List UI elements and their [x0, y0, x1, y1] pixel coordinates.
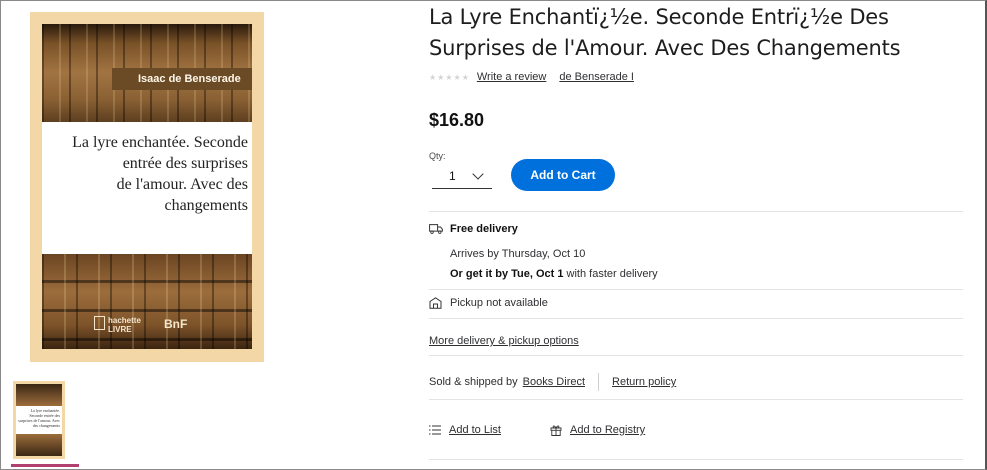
cover-title-panel: La lyre enchantée. Seconde entrée des su… [42, 122, 252, 256]
actions-row: Add to List Add to Registry [429, 424, 645, 436]
cover-author: Isaac de Benserade [112, 68, 252, 90]
free-delivery-row: Free delivery [429, 223, 518, 235]
chevron-down-icon [472, 167, 484, 180]
faster-delivery-date: Or get it by Tue, Oct 1 [450, 268, 564, 280]
image-thumbnail[interactable]: La lyre enchantée. Seconde entrée des su… [13, 381, 65, 459]
cover-bookshelf-bottom [42, 254, 252, 349]
return-policy-link[interactable]: Return policy [612, 376, 676, 388]
gift-icon [550, 425, 562, 436]
truck-icon [429, 224, 443, 234]
vertical-divider [598, 373, 600, 391]
store-icon [429, 297, 442, 309]
quantity-select[interactable]: 1 [432, 163, 492, 189]
free-delivery-heading: Free delivery [450, 223, 518, 235]
cover-art: Isaac de Benserade La lyre enchantée. Se… [42, 24, 252, 349]
product-main-image[interactable]: Isaac de Benserade La lyre enchantée. Se… [30, 12, 264, 362]
author-link[interactable]: de Benserade I [559, 71, 634, 83]
thumbnail-bottom [16, 434, 62, 456]
seller-link[interactable]: Books Direct [523, 376, 585, 388]
sold-by-label: Sold & shipped by [429, 376, 518, 388]
pickup-row: Pickup not available [429, 297, 548, 309]
divider [429, 318, 963, 319]
thumbnail-top [16, 384, 62, 406]
thumbnail-selected-indicator [11, 464, 79, 467]
divider [429, 211, 963, 212]
qty-label: Qty: [429, 151, 446, 161]
divider [429, 355, 963, 356]
pickup-status: Pickup not available [450, 297, 548, 309]
rating-row: ★★★★★ Write a review de Benserade I [429, 71, 634, 83]
add-to-list-link[interactable]: Add to List [449, 424, 501, 436]
faster-delivery-text: Or get it by Tue, Oct 1 with faster deli… [450, 268, 658, 280]
cover-publisher: hachette LIVRE [108, 316, 141, 334]
thumbnail-title: La lyre enchantée. Seconde entrée des su… [16, 406, 62, 434]
divider [429, 459, 963, 460]
cover-title: La lyre enchantée. Seconde entrée des su… [72, 134, 248, 214]
divider [429, 399, 963, 400]
seller-row: Sold & shipped by Books Direct Return po… [429, 373, 676, 391]
write-review-link[interactable]: Write a review [477, 71, 546, 83]
qty-value: 1 [449, 168, 456, 183]
product-price: $16.80 [429, 110, 485, 130]
divider [429, 289, 963, 290]
thumbnail-art: La lyre enchantée. Seconde entrée des su… [16, 384, 62, 456]
list-icon [429, 425, 441, 435]
hachette-logo-icon [94, 316, 105, 330]
add-to-cart-button[interactable]: Add to Cart [511, 159, 615, 191]
arrival-date: Arrives by Thursday, Oct 10 [450, 248, 586, 260]
rating-stars-icon: ★★★★★ [429, 72, 470, 82]
add-to-registry-link[interactable]: Add to Registry [570, 424, 645, 436]
product-title: La Lyre Enchantï¿½e. Seconde Entrï¿½e De… [429, 5, 901, 60]
more-delivery-options-link[interactable]: More delivery & pickup options [429, 335, 579, 347]
cover-bnf: BnF [164, 317, 188, 331]
faster-delivery-suffix: with faster delivery [563, 268, 658, 280]
